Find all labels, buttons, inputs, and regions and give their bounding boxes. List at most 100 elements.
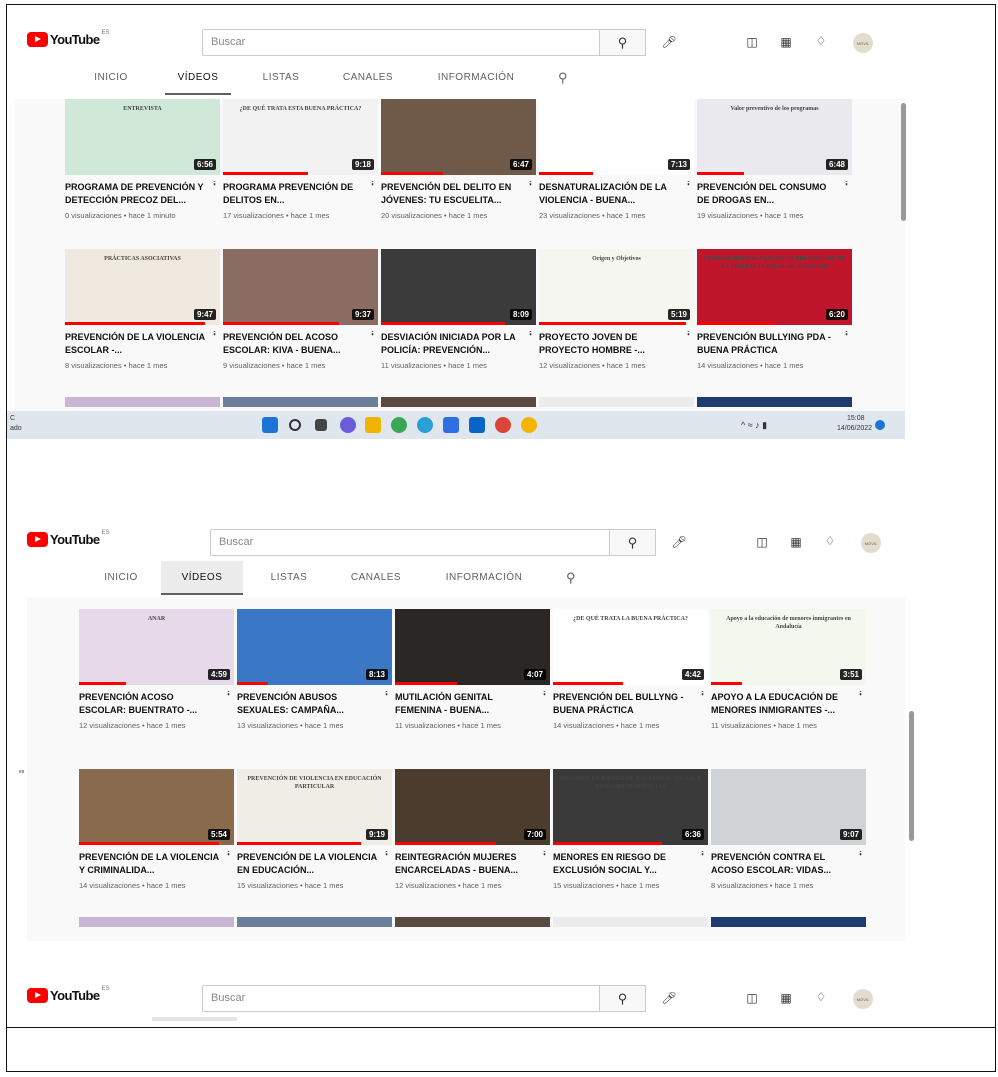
create-video-icon[interactable]: ◫ [743,35,761,49]
video-thumbnail[interactable]: Origen y Objetivos 5:19 [539,249,694,325]
next-row-thumbnail-peek[interactable] [381,397,536,407]
video-thumbnail[interactable]: 8:13 [237,609,392,685]
video-title-text[interactable]: PREVENCIÓN ACOSO ESCOLAR: BUENTRATO -... [79,692,197,715]
search-input[interactable]: Buscar [202,985,600,1012]
video-thumbnail[interactable]: 7:13 [539,99,694,175]
tab-inicio[interactable]: INICIO [83,61,139,95]
video-thumbnail[interactable]: ANAR 4:59 [79,609,234,685]
video-thumbnail[interactable]: PREVENCIÓN DE VIOLENCIA EN EDUCACIÓN PAR… [237,769,392,845]
video-title-text[interactable]: DESNATURALIZACIÓN DE LA VIOLENCIA - BUEN… [539,182,667,205]
tab-videos[interactable]: VÍDEOS [161,561,243,595]
next-row-thumbnail-peek[interactable] [711,917,866,927]
video-title[interactable]: PREVENCIÓN DEL DELITO EN JÓVENES: TU ESC… [381,181,536,207]
video-title-text[interactable]: PROGRAMA PREVENCIÓN DE DELITOS EN... [223,182,353,205]
notifications-bell-icon[interactable]: ♢ [821,534,839,548]
video-title[interactable]: MENORES EN RIESGO DE EXCLUSIÓN SOCIAL Y.… [553,851,708,877]
video-card[interactable]: ANAR 4:59 PREVENCIÓN ACOSO ESCOLAR: BUENTR… [79,609,234,730]
apps-grid-icon[interactable]: ▦ [777,35,795,49]
youtube-logo[interactable]: YouTube ES [27,30,110,47]
tab-listas[interactable]: LISTAS [259,561,319,595]
video-title-text[interactable]: APOYO A LA EDUCACIÓN DE MENORES INMIGRAN… [711,692,838,715]
video-title[interactable]: PREVENCIÓN DE LA VIOLENCIA EN EDUCACIÓN.… [237,851,392,877]
task-view-icon[interactable] [315,419,327,431]
next-row-thumbnail-peek[interactable] [65,397,220,407]
more-options-icon[interactable]: ⋮ [367,331,378,338]
more-options-icon[interactable]: ⋮ [381,691,392,698]
channel-search-icon[interactable]: ⚲ [559,561,583,595]
video-title[interactable]: PREVENCIÓN CONTRA EL ACOSO ESCOLAR: VIDA… [711,851,866,877]
next-row-thumbnail-peek[interactable] [553,917,708,927]
video-title-text[interactable]: PREVENCIÓN DEL DELITO EN JÓVENES: TU ESC… [381,182,511,205]
video-card[interactable]: 9:07 PREVENCIÓN CONTRA EL ACOSO ESCOLAR: … [711,769,866,890]
more-options-icon[interactable]: ⋮ [841,331,852,338]
video-thumbnail[interactable]: ¿DE QUÉ TRATA LA BUENA PRÁCTICA? 4:42 [553,609,708,685]
video-title-text[interactable]: PREVENCIÓN DEL CONSUMO DE DROGAS EN... [697,182,826,205]
outlook-icon[interactable] [469,417,485,433]
tab-informacion[interactable]: INFORMACIÓN [435,561,533,595]
more-options-icon[interactable]: ⋮ [539,691,550,698]
more-options-icon[interactable]: ⋮ [841,181,852,188]
tab-videos[interactable]: VÍDEOS [165,61,231,95]
video-thumbnail[interactable]: 7:00 [395,769,550,845]
more-options-icon[interactable]: ⋮ [223,851,234,858]
tab-inicio[interactable]: INICIO [93,561,149,595]
avatar[interactable]: MÓVIL [853,989,873,1009]
video-title-text[interactable]: PREVENCIÓN DE LA VIOLENCIA Y CRIMINALIDA… [79,852,219,875]
next-row-thumbnail-peek[interactable] [79,917,234,927]
video-title[interactable]: PREVENCIÓN DE LA VIOLENCIA Y CRIMINALIDA… [79,851,234,877]
create-video-icon[interactable]: ◫ [743,991,761,1005]
microphone-icon[interactable]: 🎤︎ [660,35,678,49]
more-options-icon[interactable]: ⋮ [539,851,550,858]
video-card[interactable]: MENORES EN RIESGO DE EXCLUSIÓN SOCIAL Y … [553,769,708,890]
video-thumbnail[interactable]: 6:47 [381,99,536,175]
apps-grid-icon[interactable]: ▦ [787,535,805,549]
video-card[interactable]: ¿DE QUÉ TRATA LA BUENA PRÁCTICA? 4:42 PREV… [553,609,708,730]
microphone-icon[interactable]: 🎤︎ [670,535,688,549]
clock-time[interactable]: 15:08 [847,415,865,422]
chat-icon[interactable] [340,417,356,433]
youtube-logo[interactable]: YouTube ES [27,530,110,547]
video-title[interactable]: REINTEGRACIÓN MUJERES ENCARCELADAS - BUE… [395,851,550,877]
video-card[interactable]: PRÁCTICAS ASOCIATIVAS 9:47 PREVENCIÓN DE L… [65,249,220,370]
more-options-icon[interactable]: ⋮ [697,691,708,698]
next-row-thumbnail-peek[interactable] [395,917,550,927]
video-card[interactable]: PREVENCIÓN DE VIOLENCIA EN EDUCACIÓN PAR… [237,769,392,890]
next-row-thumbnail-peek[interactable] [539,397,694,407]
video-title[interactable]: DESVIACIÓN INICIADA POR LA POLICÍA: PREV… [381,331,536,357]
video-card[interactable]: Origen y Objetivos 5:19 PROYECTO JOVEN DE … [539,249,694,370]
apps-grid-icon[interactable]: ▦ [777,991,795,1005]
video-thumbnail[interactable]: 9:37 [223,249,378,325]
tab-informacion[interactable]: INFORMACIÓN [427,61,525,95]
video-card[interactable]: 9:37 PREVENCIÓN DEL ACOSO ESCOLAR: KIVA -… [223,249,378,370]
video-thumbnail[interactable]: Apoyo a la educación de menores inmigran… [711,609,866,685]
microphone-icon[interactable]: 🎤︎ [660,991,678,1005]
video-thumbnail[interactable]: ¿DE QUÉ TRATA ESTA BUENA PRÁCTICA? 9:18 [223,99,378,175]
video-title[interactable]: PREVENCIÓN ABUSOS SEXUALES: CAMPAÑA... ⋮ [237,691,392,717]
tab-listas[interactable]: LISTAS [251,61,311,95]
tab-canales[interactable]: CANALES [341,561,411,595]
video-title[interactable]: PROGRAMA DE PREVENCIÓN Y DETECCIÓN PRECO… [65,181,220,207]
notifications-bell-icon[interactable]: ♢ [812,990,830,1004]
video-title-text[interactable]: PREVENCIÓN BULLYING PDA - BUENA PRÁCTICA [697,332,831,355]
system-tray-icons[interactable]: ^ ≈ ♪ ▮ [741,420,767,431]
video-title[interactable]: PREVENCIÓN DEL CONSUMO DE DROGAS EN... ⋮ [697,181,852,207]
video-thumbnail[interactable]: ENTREVISTA 6:56 [65,99,220,175]
video-title[interactable]: PREVENCIÓN ACOSO ESCOLAR: BUENTRATO -...… [79,691,234,717]
video-title-text[interactable]: PREVENCIÓN DE LA VIOLENCIA EN EDUCACIÓN.… [237,852,377,875]
video-title[interactable]: MUTILACIÓN GENITAL FEMENINA - BUENA... ⋮ [395,691,550,717]
video-thumbnail[interactable]: TRABAJO BUENAS PRÁCTICAS PREVENCIÓN DE L… [697,249,852,325]
notifications-bell-icon[interactable]: ♢ [812,34,830,48]
tab-canales[interactable]: CANALES [333,61,403,95]
notification-center-icon[interactable] [875,420,885,430]
video-thumbnail[interactable]: 5:54 [79,769,234,845]
video-thumbnail[interactable]: 8:09 [381,249,536,325]
video-title[interactable]: PROYECTO JOVEN DE PROYECTO HOMBRE -... ⋮ [539,331,694,357]
video-title-text[interactable]: PROGRAMA DE PREVENCIÓN Y DETECCIÓN PRECO… [65,182,203,205]
todo-icon[interactable] [443,417,459,433]
search-input[interactable]: Buscar [202,29,600,56]
scrollbar[interactable] [909,711,914,841]
video-title[interactable]: PREVENCIÓN DEL BULLYNG - BUENA PRÁCTICA ⋮ [553,691,708,717]
video-title[interactable]: APOYO A LA EDUCACIÓN DE MENORES INMIGRAN… [711,691,866,717]
more-options-icon[interactable]: ⋮ [223,691,234,698]
more-options-icon[interactable]: ⋮ [855,851,866,858]
